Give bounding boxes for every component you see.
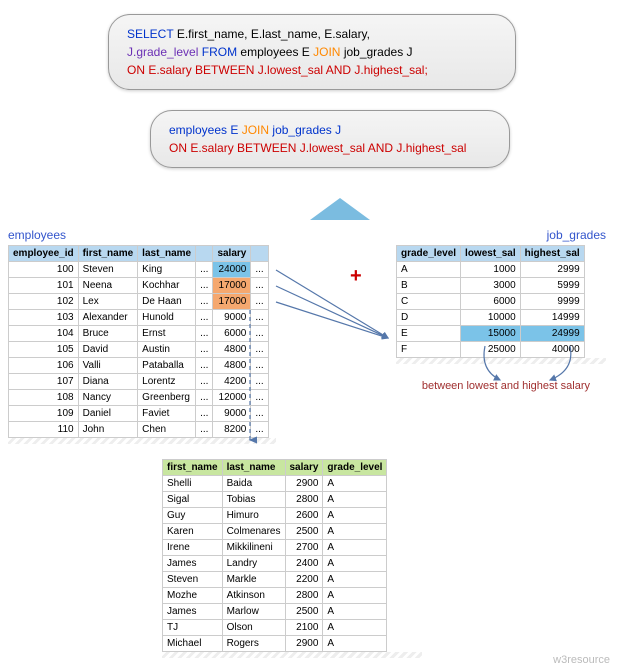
result-table: first_namelast_namesalarygrade_level She… (162, 459, 422, 658)
sub-on-expr: E.salary BETWEEN J.lowest_sal AND J.high… (190, 141, 466, 155)
table-row: 110JohnChen...8200... (9, 422, 269, 438)
table-row: 100StevenKing...24000... (9, 262, 269, 278)
table-row: KarenColmenares2500A (163, 524, 387, 540)
sub-job: job_grades J (272, 123, 341, 137)
table-row: MozheAtkinson2800A (163, 588, 387, 604)
col-header: grade_level (397, 246, 461, 262)
kw-from: FROM (202, 45, 237, 59)
col-header: salary (285, 460, 323, 476)
col-header: salary (213, 246, 251, 262)
table-row: 104BruceErnst...6000... (9, 326, 269, 342)
job-grades-label: job_grades (547, 228, 606, 242)
col-header (251, 246, 268, 262)
employees-table: employee_idfirst_namelast_name salary 100… (8, 245, 276, 444)
col-header: lowest_sal (461, 246, 521, 262)
col-header: highest_sal (520, 246, 584, 262)
table-row: C60009999 (397, 294, 585, 310)
sql-emp: employees E (240, 45, 309, 59)
table-row: D1000014999 (397, 310, 585, 326)
sub-on: ON (169, 141, 187, 155)
triangle-pointer (310, 198, 370, 220)
sub-join: JOIN (242, 123, 269, 137)
table-row: E1500024999 (397, 326, 585, 342)
sub-emp: employees E (169, 123, 238, 137)
table-row: StevenMarkle2200A (163, 572, 387, 588)
kw-select: SELECT (127, 27, 173, 41)
employees-label: employees (8, 228, 66, 242)
table-row: 108NancyGreenberg...12000... (9, 390, 269, 406)
watermark: w3resource (553, 654, 610, 666)
plus-icon: + (350, 265, 362, 288)
table-row: IreneMikkilineni2700A (163, 540, 387, 556)
join-clause-bubble: employees E JOIN job_grades J ON E.salar… (150, 110, 510, 168)
table-row: 107DianaLorentz...4200... (9, 374, 269, 390)
table-row: A10002999 (397, 262, 585, 278)
table-row: 103AlexanderHunold...9000... (9, 310, 269, 326)
col-header: grade_level (323, 460, 387, 476)
join-arrows (270, 258, 400, 358)
table-row: 105DavidAustin...4800... (9, 342, 269, 358)
kw-join: JOIN (313, 45, 340, 59)
table-row: ShelliBaida2900A (163, 476, 387, 492)
kw-on: ON (127, 63, 145, 77)
table-row: SigalTobias2800A (163, 492, 387, 508)
sql-job: job_grades J (344, 45, 413, 59)
col-header: employee_id (9, 246, 79, 262)
table-row: 101NeenaKochhar...17000... (9, 278, 269, 294)
table-row: MichaelRogers2900A (163, 636, 387, 652)
table-row: JamesLandry2400A (163, 556, 387, 572)
col-header: first_name (78, 246, 138, 262)
on-expr: E.salary BETWEEN J.lowest_sal AND J.high… (148, 63, 427, 77)
col-header (196, 246, 213, 262)
between-note: between lowest and highest salary (422, 380, 590, 392)
sql-cols: E.first_name, E.last_name, E.salary, (177, 27, 370, 41)
col-header: last_name (222, 460, 285, 476)
col-header: last_name (138, 246, 196, 262)
job-grades-table: grade_levellowest_salhighest_sal A100029… (396, 245, 606, 364)
table-row: 109DanielFaviet...9000... (9, 406, 269, 422)
sql-grade: J.grade_level (127, 45, 198, 59)
table-row: GuyHimuro2600A (163, 508, 387, 524)
table-row: 102LexDe Haan...17000... (9, 294, 269, 310)
table-row: B30005999 (397, 278, 585, 294)
table-row: 106ValliPataballa...4800... (9, 358, 269, 374)
col-header: first_name (163, 460, 223, 476)
sql-query-bubble: SELECT E.first_name, E.last_name, E.sala… (108, 14, 516, 90)
table-row: F2500040000 (397, 342, 585, 358)
table-row: TJOlson2100A (163, 620, 387, 636)
table-row: JamesMarlow2500A (163, 604, 387, 620)
